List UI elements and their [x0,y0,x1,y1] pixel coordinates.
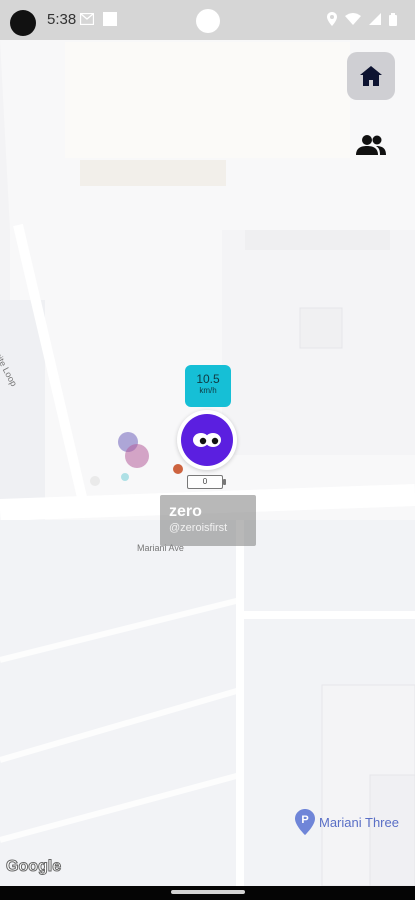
notification-square-icon [103,12,117,26]
user-card[interactable]: zero @zeroisfirst [160,495,256,546]
home-button[interactable] [347,52,395,100]
parking-pin-icon: P [295,809,315,835]
trail-dot-3 [173,464,183,474]
building-courtyard [299,307,343,349]
building-right-top [245,230,390,250]
speed-badge: 10.5 km/h [185,365,231,407]
eyes-avatar-icon [193,433,221,447]
location-icon [327,12,337,26]
mail-icon [80,13,94,25]
speed-value: 10.5 [196,372,220,386]
signal-icon [369,13,381,25]
status-icons [327,12,397,26]
battery-icon [389,12,397,26]
poi-label: Mariani Three [319,814,399,830]
building-top [65,42,350,158]
navigation-bar [0,886,415,900]
avatar-circle [181,414,233,466]
trail-dot-5 [90,476,100,486]
user-name: zero [169,503,202,520]
poi-mariani-three[interactable]: P Mariani Three [295,809,399,835]
trail-dot-4 [121,473,129,481]
home-icon [360,66,382,86]
building-step [80,160,226,186]
svg-text:P: P [301,814,308,826]
status-center-dot [196,9,220,33]
user-avatar-marker[interactable] [177,410,237,470]
speed-unit: km/h [199,386,217,395]
wifi-icon [345,13,361,25]
friends-button[interactable] [354,130,388,160]
home-gesture-handle[interactable] [171,890,245,894]
battery-indicator: 0 [187,475,226,489]
status-time: 5:38 [47,11,77,28]
map-screen: 5:38 Mariani Ave 10.5 km/h 0 zero @zeroi… [0,0,415,900]
google-logo: Google [5,858,62,876]
user-handle: @zeroisfirst [169,522,228,534]
people-icon [356,135,386,155]
trail-dot-2 [125,444,149,468]
status-bar: 5:38 [0,0,415,40]
camera-cutout [10,10,36,36]
